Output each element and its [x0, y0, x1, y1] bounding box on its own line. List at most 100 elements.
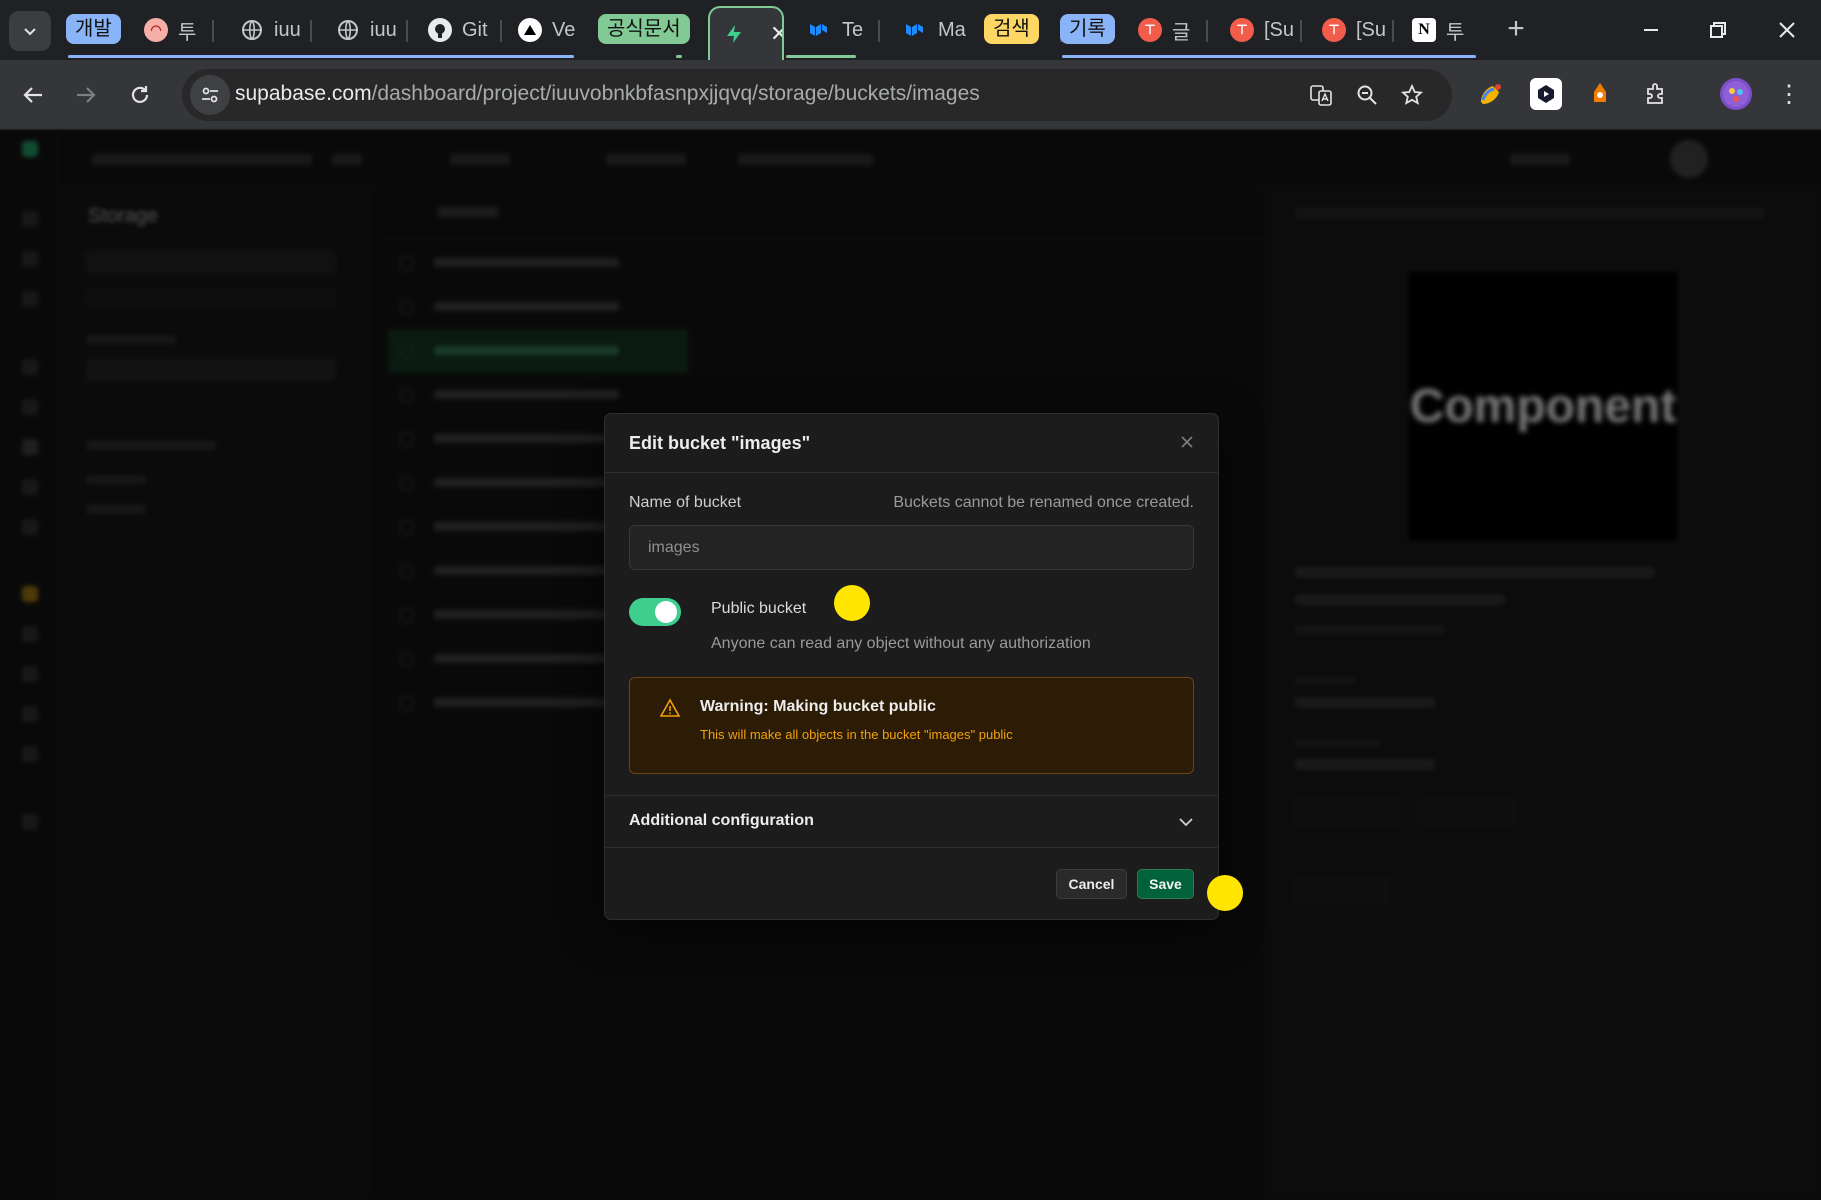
extensions-puzzle-icon[interactable] [1640, 78, 1672, 110]
color-picker-extension-icon[interactable] [1475, 78, 1507, 110]
tab-group-docs[interactable]: 공식문서 [598, 14, 690, 44]
tab-item[interactable]: ⊤ 글 [1126, 8, 1204, 52]
bucket-name-input[interactable] [629, 525, 1194, 570]
tab-title: iuu [370, 18, 397, 41]
tune-icon [202, 87, 218, 103]
dialog-close-button[interactable] [1176, 432, 1198, 454]
public-bucket-description: Anyone can read any object without any a… [711, 635, 1091, 652]
save-button[interactable]: Save [1137, 869, 1194, 899]
edit-bucket-dialog: Edit bucket "images" Name of bucket Buck… [604, 413, 1219, 920]
tab-group-underline [676, 55, 682, 58]
tab-separator [212, 20, 214, 42]
url-host: supabase.com [235, 82, 372, 105]
zoom-icon[interactable] [1354, 82, 1380, 108]
mui-icon [808, 18, 832, 42]
tab-group-underline [1062, 55, 1476, 58]
tab-title: [Su [1264, 18, 1295, 41]
browser-tab-strip: 개발 ◠ 투 iuu iuu Git Ve 공식문서 Te Ma 검색 기록 ⊤… [0, 0, 1821, 60]
close-icon [1181, 436, 1193, 448]
tab-group-label: 검색 [993, 18, 1030, 40]
forward-button[interactable] [66, 75, 106, 115]
tab-separator [1300, 20, 1302, 42]
url-path: /dashboard/project/iuuvobnkbfasnpxjjqvq/… [371, 82, 980, 105]
chevron-down-icon [24, 28, 36, 36]
tab-group-underline [68, 55, 574, 58]
more-menu-icon[interactable]: ⋮ [1773, 78, 1805, 110]
tab-separator [500, 20, 502, 42]
arrow-right-icon [77, 87, 96, 103]
public-warning-alert: Warning: Making bucket public This will … [629, 677, 1194, 774]
globe-icon [336, 18, 360, 42]
supabase-icon [722, 22, 746, 46]
window-close-button[interactable] [1756, 0, 1818, 60]
close-icon[interactable]: ✕ [770, 21, 782, 47]
tab-item[interactable]: Git [416, 8, 498, 52]
extension-play-icon[interactable] [1530, 78, 1562, 110]
dialog-title: Edit bucket "images" [629, 433, 811, 453]
tab-separator [310, 20, 312, 42]
bookmark-star-icon[interactable] [1399, 82, 1425, 108]
tab-title: 투 [1446, 21, 1465, 44]
red-circle-icon: ⊤ [1138, 18, 1162, 42]
github-icon [428, 18, 452, 42]
tab-item[interactable]: ◠ 투 [132, 8, 210, 52]
tab-group-underline [786, 55, 856, 58]
tab-item[interactable]: Te [796, 8, 874, 52]
tab-item[interactable]: Ve [506, 8, 582, 52]
tab-group-label: 개발 [75, 18, 112, 40]
additional-configuration-toggle[interactable]: Additional configuration [605, 796, 1218, 847]
tab-search-button[interactable] [9, 11, 51, 51]
restore-icon [1710, 22, 1726, 38]
mui-icon [904, 18, 928, 42]
tab-item-active[interactable]: ✕ [708, 6, 784, 60]
tab-item[interactable]: Ma [892, 8, 970, 52]
chevron-down-icon [1179, 818, 1193, 827]
warning-triangle-icon [660, 698, 680, 717]
dialog-header: Edit bucket "images" [605, 414, 1218, 473]
warning-title: Warning: Making bucket public [700, 698, 936, 715]
new-tab-button[interactable]: + [1500, 14, 1532, 46]
tab-title: Ve [552, 18, 576, 41]
tab-group-dev[interactable]: 개발 [66, 14, 121, 44]
tab-item[interactable]: iuu [228, 8, 306, 52]
warning-text: This will make all objects in the bucket… [700, 727, 1013, 742]
notion-icon: N [1412, 18, 1436, 42]
click-marker [834, 585, 870, 621]
profile-avatar-icon[interactable] [1720, 78, 1752, 110]
close-icon [1779, 22, 1795, 38]
cancel-button[interactable]: Cancel [1056, 869, 1127, 899]
translate-icon[interactable] [1308, 82, 1334, 108]
reload-button[interactable] [120, 75, 160, 115]
public-bucket-toggle[interactable] [629, 598, 681, 626]
minimize-button[interactable] [1620, 0, 1682, 60]
tab-title: 투 [178, 21, 197, 44]
browser-toolbar: supabase.com/dashboard/project/iuuvobnkb… [0, 60, 1821, 130]
back-button[interactable] [13, 75, 53, 115]
tab-list: 개발 ◠ 투 iuu iuu Git Ve 공식문서 Te Ma 검색 기록 ⊤… [60, 0, 1480, 60]
vercel-icon [518, 18, 542, 42]
tab-item[interactable]: ⊤ [Su [1218, 8, 1298, 52]
tab-item[interactable]: ⊤ [Su [1310, 8, 1390, 52]
red-circle-icon: ⊤ [1230, 18, 1254, 42]
toggle-knob [655, 601, 677, 623]
url-text[interactable]: supabase.com/dashboard/project/iuuvobnkb… [235, 82, 980, 106]
site-info-button[interactable] [190, 75, 230, 115]
tab-group-records[interactable]: 기록 [1060, 14, 1115, 44]
globe-icon [240, 18, 264, 42]
tab-item[interactable]: N 투 [1400, 8, 1480, 52]
tab-title: Ma [938, 18, 966, 41]
minimize-icon [1644, 29, 1658, 31]
bucket-name-label: Name of bucket [629, 494, 742, 511]
page-icon: ◠ [144, 18, 168, 42]
bucket-name-hint: Buckets cannot be renamed once created. [893, 494, 1194, 511]
tab-group-search[interactable]: 검색 [984, 14, 1039, 44]
additional-configuration-label: Additional configuration [629, 812, 814, 829]
restore-button[interactable] [1687, 0, 1749, 60]
tab-title: Te [842, 18, 864, 41]
tab-separator [1392, 20, 1394, 42]
address-bar[interactable]: supabase.com/dashboard/project/iuuvobnkb… [182, 69, 1452, 121]
arrow-left-icon [23, 87, 42, 103]
extension-fox-icon[interactable] [1584, 78, 1616, 110]
public-bucket-label: Public bucket [711, 600, 807, 617]
tab-item[interactable]: iuu [324, 8, 402, 52]
